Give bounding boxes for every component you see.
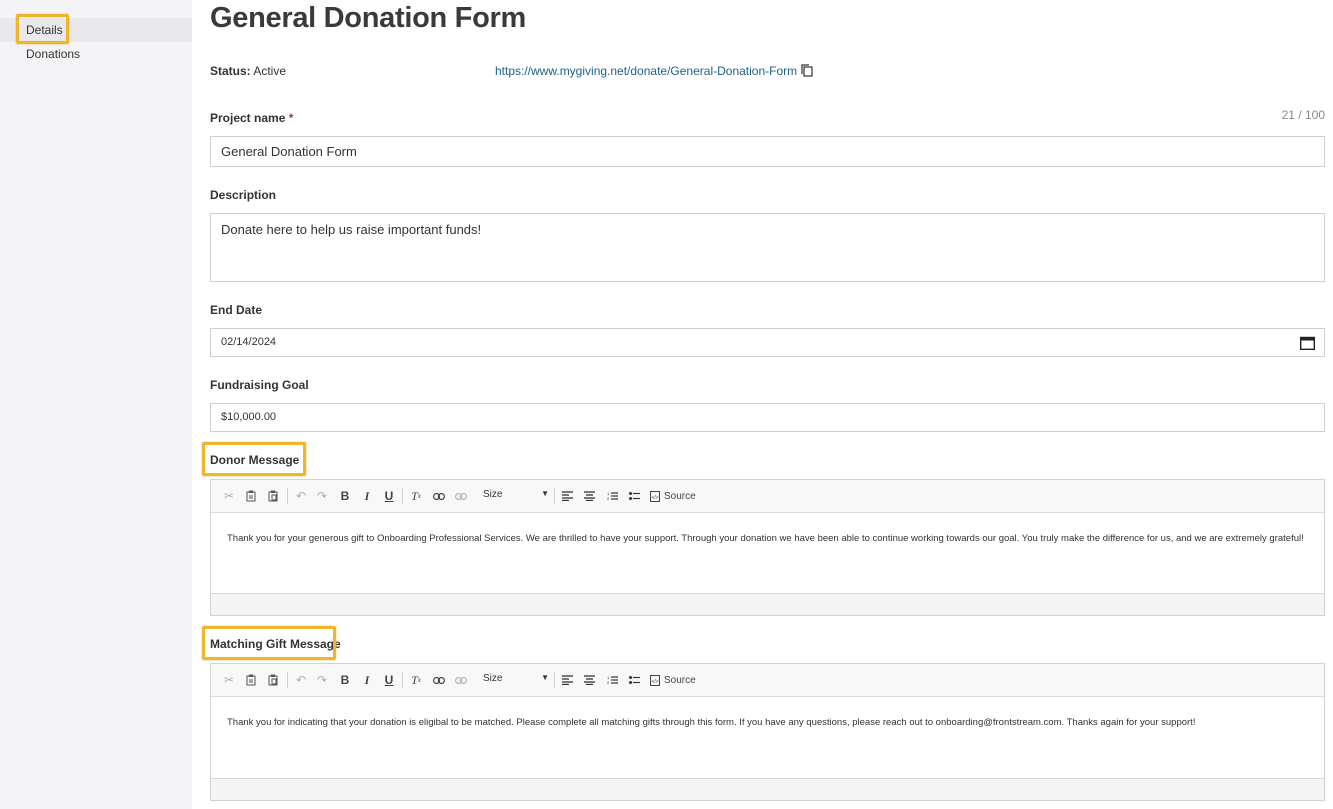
required-mark: * (288, 111, 294, 125)
source-label: Source (664, 674, 696, 686)
undo-icon[interactable]: ↶ (295, 489, 307, 503)
cut-icon[interactable]: ✂ (223, 673, 235, 687)
paste-icon[interactable] (267, 673, 279, 687)
undo-icon[interactable]: ↶ (295, 673, 307, 687)
remove-format-icon[interactable]: Tx (409, 489, 423, 503)
source-icon: </> (650, 674, 660, 686)
description-textarea[interactable]: Donate here to help us raise important f… (210, 213, 1325, 282)
link-icon[interactable] (432, 673, 445, 687)
project-name-input[interactable]: General Donation Form (210, 136, 1325, 167)
copy-icon[interactable] (245, 673, 257, 687)
toolbar-separator (287, 672, 288, 688)
bold-button[interactable]: B (339, 489, 351, 503)
calendar-icon[interactable] (1300, 336, 1315, 350)
toolbar-separator (287, 488, 288, 504)
status-label: Status: (210, 64, 251, 78)
source-icon: </> (650, 490, 660, 502)
svg-text:2: 2 (607, 496, 610, 501)
numbered-list-icon[interactable]: 12 (606, 489, 618, 503)
cut-icon[interactable]: ✂ (223, 489, 235, 503)
bold-button[interactable]: B (339, 673, 351, 687)
font-size-select[interactable]: Size ▼ (483, 673, 549, 687)
sidebar-item-donations[interactable]: Donations (0, 42, 192, 66)
matching-gift-message-editor[interactable]: ✂ ↶ ↷ B I U Tx Size ▼ 12 </> Source Than… (210, 663, 1325, 801)
copy-link-icon[interactable] (801, 64, 813, 77)
font-size-select[interactable]: Size ▼ (483, 489, 549, 503)
fundraising-goal-label: Fundraising Goal (210, 378, 309, 392)
source-label: Source (664, 490, 696, 502)
underline-button[interactable]: U (383, 673, 395, 687)
char-counter: 21 / 100 (1281, 108, 1325, 122)
toolbar-separator (554, 672, 555, 688)
italic-button[interactable]: I (361, 489, 373, 503)
italic-button[interactable]: I (361, 673, 373, 687)
editor-footer (211, 778, 1324, 800)
chevron-down-icon: ▼ (541, 673, 549, 682)
source-button[interactable]: </> Source (650, 489, 702, 503)
paste-icon[interactable] (267, 489, 279, 503)
matching-gift-message-text[interactable]: Thank you for indicating that your donat… (211, 697, 1324, 731)
matching-gift-message-label: Matching Gift Message (210, 637, 341, 651)
unlink-icon[interactable] (454, 673, 467, 687)
description-label: Description (210, 188, 277, 202)
redo-icon[interactable]: ↷ (316, 489, 328, 503)
donor-message-text[interactable]: Thank you for your generous gift to Onbo… (211, 513, 1324, 547)
align-left-icon[interactable] (561, 673, 573, 687)
toolbar-separator (402, 488, 403, 504)
copy-icon[interactable] (245, 489, 257, 503)
align-center-icon[interactable] (583, 673, 595, 687)
end-date-field[interactable]: 02/14/2024 (210, 328, 1325, 357)
sidebar-item-details[interactable]: Details (0, 18, 192, 42)
bulleted-list-icon[interactable] (628, 673, 640, 687)
project-name-label-text: Project name (210, 111, 286, 125)
svg-text:</>: </> (652, 679, 659, 685)
svg-text:</>: </> (652, 495, 659, 501)
fundraising-goal-input[interactable]: $10,000.00 (210, 403, 1325, 432)
page-title: General Donation Form (210, 2, 526, 34)
redo-icon[interactable]: ↷ (316, 673, 328, 687)
font-size-label: Size (483, 673, 503, 684)
editor-footer (211, 593, 1324, 615)
align-left-icon[interactable] (561, 489, 573, 503)
sidebar-item-label: Donations (26, 47, 81, 61)
align-center-icon[interactable] (583, 489, 595, 503)
end-date-label: End Date (210, 303, 263, 317)
donor-message-label: Donor Message (210, 453, 300, 467)
chevron-down-icon: ▼ (541, 489, 549, 498)
source-button[interactable]: </> Source (650, 673, 702, 687)
numbered-list-icon[interactable]: 12 (606, 673, 618, 687)
donor-message-editor[interactable]: ✂ ↶ ↷ B I U Tx Size ▼ 12 </> Source Than… (210, 479, 1325, 616)
font-size-label: Size (483, 489, 503, 500)
remove-format-icon[interactable]: Tx (409, 673, 423, 687)
underline-button[interactable]: U (383, 489, 395, 503)
end-date-value: 02/14/2024 (221, 336, 277, 348)
sidebar-item-label: Details (26, 23, 63, 37)
unlink-icon[interactable] (454, 489, 467, 503)
project-name-label: Project name * (210, 111, 293, 125)
editor-toolbar: ✂ ↶ ↷ B I U Tx Size ▼ 12 </> Source (211, 480, 1324, 513)
donation-url-link[interactable]: https://www.mygiving.net/donate/General-… (495, 64, 797, 78)
status-value: Active (253, 64, 287, 78)
sidebar: Details Donations (0, 0, 192, 809)
link-icon[interactable] (432, 489, 445, 503)
toolbar-separator (402, 672, 403, 688)
status-text: Status: Active (210, 64, 286, 78)
toolbar-separator (554, 488, 555, 504)
svg-text:2: 2 (607, 680, 610, 685)
bulleted-list-icon[interactable] (628, 489, 640, 503)
editor-toolbar: ✂ ↶ ↷ B I U Tx Size ▼ 12 </> Source (211, 664, 1324, 697)
